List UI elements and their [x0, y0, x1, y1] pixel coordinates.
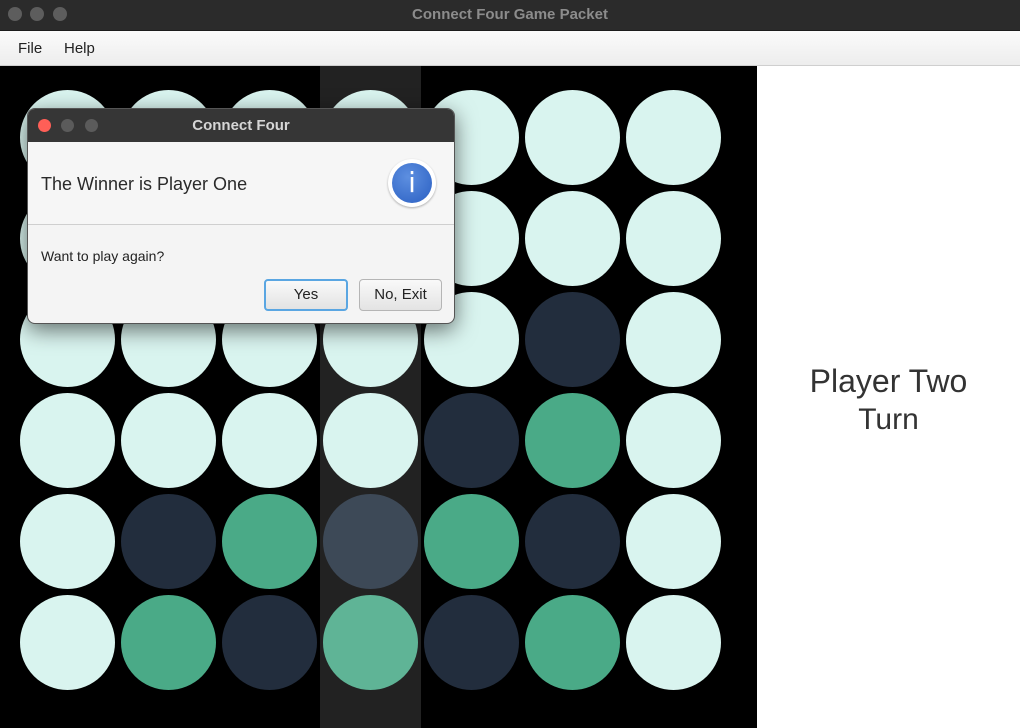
empty-slot[interactable] [626, 393, 721, 488]
empty-slot[interactable] [525, 191, 620, 286]
empty-slot[interactable] [525, 90, 620, 185]
status-panel: Player Two Turn [757, 66, 1020, 728]
menu-help[interactable]: Help [64, 40, 95, 57]
info-icon: i [388, 159, 436, 207]
menu-file[interactable]: File [18, 40, 42, 57]
yes-button[interactable]: Yes [264, 279, 348, 311]
player-one-disc[interactable] [525, 393, 620, 488]
player-two-disc[interactable] [323, 494, 418, 589]
player-one-disc[interactable] [525, 595, 620, 690]
play-again-prompt: Want to play again? [41, 248, 165, 264]
player-one-disc[interactable] [424, 494, 519, 589]
empty-slot[interactable] [626, 292, 721, 387]
player-one-disc[interactable] [323, 595, 418, 690]
player-two-disc[interactable] [424, 393, 519, 488]
empty-slot[interactable] [626, 90, 721, 185]
empty-slot[interactable] [20, 595, 115, 690]
turn-player-label: Player Two [809, 363, 968, 399]
window-title: Connect Four Game Packet [412, 6, 608, 23]
empty-slot[interactable] [20, 393, 115, 488]
empty-slot[interactable] [20, 494, 115, 589]
empty-slot[interactable] [222, 393, 317, 488]
empty-slot[interactable] [626, 595, 721, 690]
board-column-7[interactable] [623, 66, 724, 728]
player-two-disc[interactable] [525, 292, 620, 387]
winner-dialog: Connect Four The Winner is Player One i … [27, 108, 455, 324]
player-two-disc[interactable] [121, 494, 216, 589]
turn-label: Turn [858, 403, 919, 436]
player-two-disc[interactable] [424, 595, 519, 690]
winner-message: The Winner is Player One [41, 174, 248, 194]
title-bar: Connect Four Game Packet [0, 0, 1020, 31]
no-exit-button[interactable]: No, Exit [359, 279, 442, 311]
empty-slot[interactable] [626, 191, 721, 286]
player-one-disc[interactable] [222, 494, 317, 589]
player-one-disc[interactable] [121, 595, 216, 690]
player-two-disc[interactable] [525, 494, 620, 589]
player-two-disc[interactable] [222, 595, 317, 690]
board-column-6[interactable] [522, 66, 623, 728]
menu-bar: File Help [0, 31, 1020, 66]
dialog-title-bar: Connect Four [28, 109, 454, 142]
empty-slot[interactable] [121, 393, 216, 488]
empty-slot[interactable] [626, 494, 721, 589]
info-icon-glyph: i [392, 163, 432, 203]
dialog-title: Connect Four [192, 117, 290, 134]
empty-slot[interactable] [323, 393, 418, 488]
dialog-header: The Winner is Player One i [28, 142, 454, 225]
